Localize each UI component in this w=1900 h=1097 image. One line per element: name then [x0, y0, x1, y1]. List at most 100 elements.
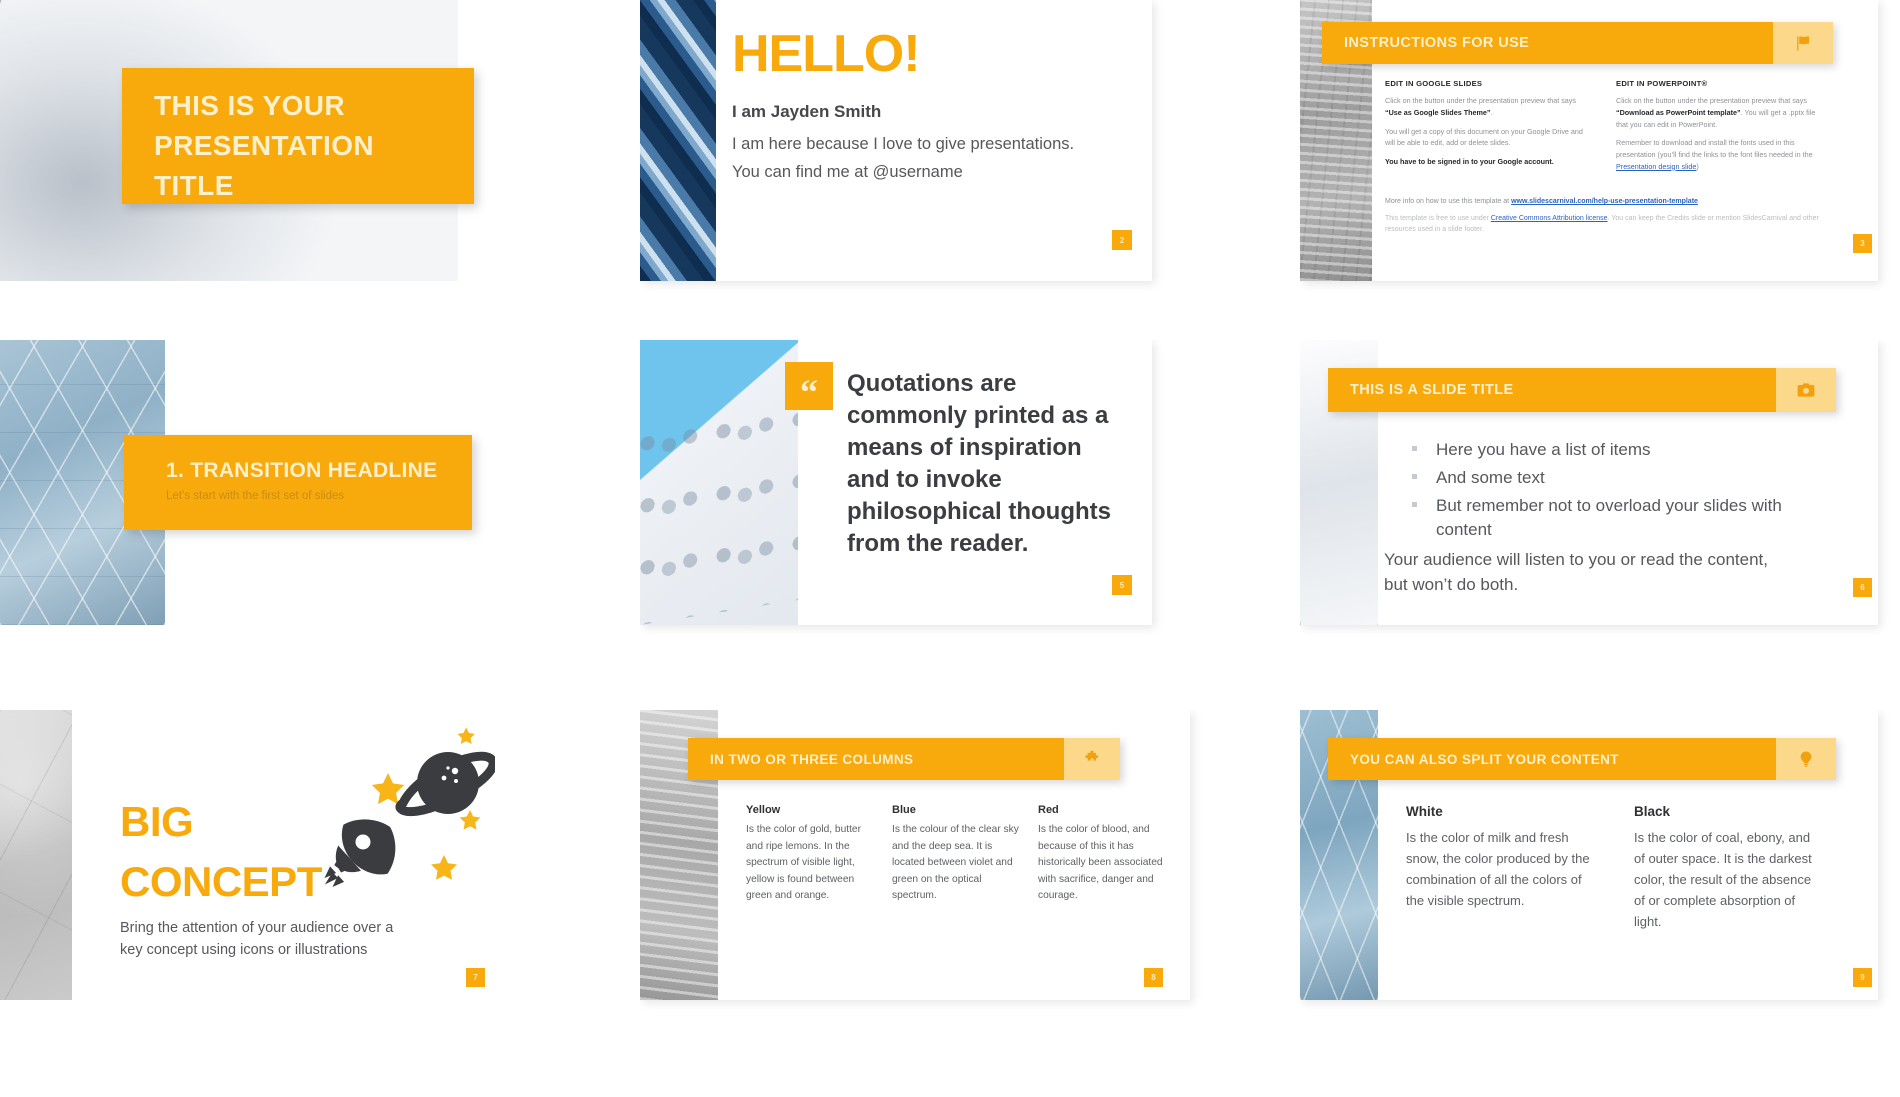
list-bullets: Here you have a list of items And some t…	[1406, 438, 1826, 543]
list-item: And some text	[1406, 466, 1826, 490]
run-text: .	[1490, 107, 1493, 117]
column-text: Is the color of milk and fresh snow, the…	[1406, 830, 1590, 909]
list-item: But remember not to overload your slides…	[1406, 494, 1826, 542]
list-item: Here you have a list of items	[1406, 438, 1826, 462]
page-number-badge: 5	[1112, 575, 1132, 595]
column-black: Black Is the color of coal, ebony, and o…	[1634, 804, 1824, 932]
slide-thumbnail-list[interactable]: THIS IS A SLIDE TITLE Here you have a li…	[1300, 340, 1900, 710]
column-text: Is the colour of the clear sky and the d…	[892, 824, 1019, 902]
slide-thumbnail-hello[interactable]: HELLO! I am Jayden Smith I am here becau…	[640, 0, 1300, 340]
column-heading: EDIT IN GOOGLE SLIDES	[1385, 79, 1483, 88]
camera-icon	[1776, 368, 1836, 412]
instructions-bar-title: INSTRUCTIONS FOR USE	[1344, 35, 1530, 51]
column-paragraph: Remember to download and install the fon…	[1616, 137, 1826, 172]
column-paragraph: You will get a copy of this document on …	[1385, 126, 1587, 149]
column-text: Is the color of blood, and because of th…	[1038, 824, 1163, 902]
column-heading: White	[1406, 804, 1443, 819]
title-line-3: TITLE	[154, 169, 234, 201]
list-bar-title: THIS IS A SLIDE TITLE	[1350, 382, 1514, 398]
building-windows	[640, 411, 798, 625]
title-line-2: PRESENTATION	[154, 129, 374, 161]
list-item-label: But remember not to overload your slides…	[1436, 496, 1782, 540]
footer-line-1: More info on how to use this template at…	[1385, 196, 1832, 207]
page-number-badge: 9	[1853, 968, 1872, 987]
quote-text: Quotations are commonly printed as a mea…	[847, 370, 1111, 557]
split-bar-title: YOU CAN ALSO SPLIT YOUR CONTENT	[1350, 751, 1619, 767]
transition-subtitle: Let’s start with the first set of slides	[166, 490, 345, 502]
split-columns-container: White Is the color of milk and fresh sno…	[1406, 804, 1836, 932]
puzzle-icon	[1064, 738, 1120, 780]
column-yellow: Yellow Is the color of gold, butter and …	[746, 804, 874, 905]
instructions-column-google: EDIT IN GOOGLE SLIDES Click on the butto…	[1385, 78, 1587, 168]
columns-bar-title: IN TWO OR THREE COLUMNS	[710, 751, 914, 767]
slide-thumbnail-quote[interactable]: “ Quotations are commonly printed as a m…	[640, 340, 1300, 710]
column-text: Is the color of gold, butter and ripe le…	[746, 824, 861, 902]
column-paragraph: Click on the button under the presentati…	[1385, 95, 1587, 118]
instructions-title-bar: INSTRUCTIONS FOR USE	[1322, 22, 1833, 64]
columns-container: Yellow Is the color of gold, butter and …	[746, 804, 1166, 905]
bullet-marker	[1412, 474, 1417, 480]
run-text: Click on the button under the presentati…	[1385, 96, 1576, 106]
big-concept-line-1: BIG	[120, 798, 194, 845]
run-bold: “Use as Google Slides Theme”	[1385, 107, 1491, 117]
hello-line-2: I am here because I love to give present…	[732, 135, 1075, 153]
slide-thumbnail-big-concept[interactable]: BIG CONCEPT Bring the attention of your …	[0, 710, 640, 1097]
quote-mark-badge: “	[785, 362, 833, 410]
column-heading: Red	[1038, 804, 1059, 816]
run-text: Remember to download and install the fon…	[1616, 138, 1813, 159]
hello-slide-photo	[640, 0, 716, 281]
transition-headline-box: 1. TRANSITION HEADLINE Let’s start with …	[124, 435, 472, 530]
big-concept-line-2: CONCEPT	[120, 857, 322, 905]
rocket-planet-stars-icon	[324, 727, 495, 887]
slide-thumbnail-transition[interactable]: 1. TRANSITION HEADLINE Let’s start with …	[0, 340, 640, 710]
run-bold: “Download as PowerPoint template”	[1616, 107, 1741, 117]
flag-icon	[1773, 22, 1833, 64]
columns-title-bar: IN TWO OR THREE COLUMNS	[688, 738, 1120, 780]
column-paragraph: Click on the button under the presentati…	[1616, 95, 1826, 130]
column-red: Red Is the color of blood, and because o…	[1038, 804, 1166, 905]
column-paragraph-bold: You have to be signed in to your Google …	[1385, 156, 1554, 166]
column-text: Is the color of coal, ebony, and of oute…	[1634, 830, 1812, 930]
footer-line-2: This template is free to use under Creat…	[1385, 213, 1832, 235]
help-template-link[interactable]: www.slidescarnival.com/help-use-presenta…	[1511, 198, 1698, 205]
quote-slide-photo	[640, 340, 798, 625]
lightbulb-icon	[1776, 738, 1836, 780]
column-heading: Blue	[892, 804, 916, 816]
presentation-design-slide-link[interactable]: Presentation design slide	[1616, 162, 1696, 171]
hello-name: I am Jayden Smith	[732, 102, 882, 121]
column-white: White Is the color of milk and fresh sno…	[1406, 804, 1596, 932]
slide-thumbnail-columns[interactable]: IN TWO OR THREE COLUMNS Yellow Is the co…	[640, 710, 1300, 1097]
big-concept-slide-photo	[0, 710, 72, 1000]
instructions-footer: More info on how to use this template at…	[1385, 196, 1832, 236]
bullet-marker	[1412, 446, 1417, 451]
slide-thumbnail-instructions[interactable]: INSTRUCTIONS FOR USE EDIT IN GOOGLE SLID…	[1300, 0, 1900, 340]
list-paragraph: Your audience will listen to you or read…	[1384, 550, 1769, 594]
transition-headline: 1. TRANSITION HEADLINE	[166, 459, 438, 482]
column-blue: Blue Is the colour of the clear sky and …	[892, 804, 1020, 905]
page-number-badge: 3	[1853, 234, 1872, 253]
bullet-marker	[1412, 502, 1417, 508]
page-number-badge: 8	[1144, 968, 1163, 987]
title-slide-box: THIS IS YOUR PRESENTATION TITLE	[122, 68, 474, 204]
creative-commons-link[interactable]: Creative Commons Attribution license	[1491, 215, 1608, 222]
run-text: )	[1696, 161, 1699, 171]
title-line-1: THIS IS YOUR	[154, 90, 345, 121]
split-title-bar: YOU CAN ALSO SPLIT YOUR CONTENT	[1328, 738, 1836, 780]
column-heading: Yellow	[746, 804, 781, 816]
list-item-label: Here you have a list of items	[1436, 440, 1651, 459]
run-text: More info on how to use this template at	[1385, 198, 1512, 205]
slide-thumbnail-title[interactable]: THIS IS YOUR PRESENTATION TITLE	[0, 0, 640, 340]
run-text: You will get a copy of this document on …	[1385, 126, 1583, 148]
list-title-bar: THIS IS A SLIDE TITLE	[1328, 368, 1836, 412]
hello-heading: HELLO!	[732, 25, 921, 83]
page-number-badge: 2	[1112, 230, 1132, 250]
slide-thumbnail-split-content[interactable]: YOU CAN ALSO SPLIT YOUR CONTENT White Is…	[1300, 710, 1900, 1097]
page-number-badge: 7	[466, 968, 485, 987]
hello-line-3: You can find me at @username	[732, 163, 963, 182]
column-heading: Black	[1634, 804, 1671, 819]
list-item-label: And some text	[1436, 468, 1545, 488]
page-number-badge: 6	[1853, 578, 1872, 597]
column-heading: EDIT IN POWERPOINT®	[1616, 79, 1708, 88]
big-concept-subtitle: Bring the attention of your audience ove…	[120, 920, 394, 959]
instructions-column-powerpoint: EDIT IN POWERPOINT® Click on the button …	[1616, 78, 1826, 172]
